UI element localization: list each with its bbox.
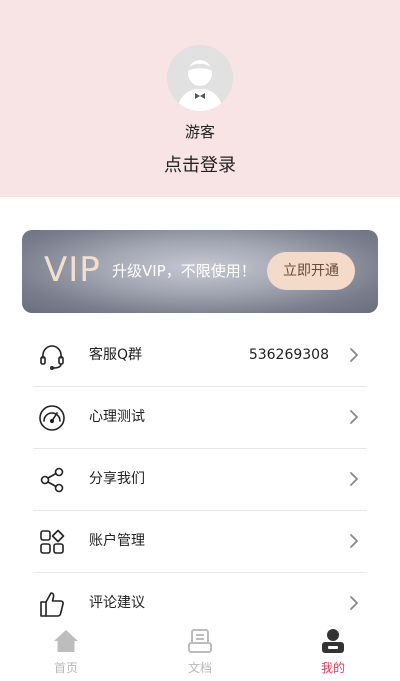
- username: 游客: [184, 123, 215, 141]
- vip-logo: VIP: [44, 250, 101, 290]
- profile-icon: [320, 628, 346, 654]
- tab-home[interactable]: 首页: [26, 626, 106, 676]
- settings-menu: 客服Q群 536269308 心理测试 分享我们 账户管理 评论建议: [33, 325, 367, 634]
- qq-group-number: 536269308: [248, 347, 329, 363]
- chevron-right-icon: [349, 471, 359, 487]
- gauge-icon: [38, 404, 66, 432]
- tab-mine[interactable]: 我的: [293, 626, 373, 676]
- profile-header: 游客 点击登录: [0, 0, 400, 197]
- home-icon: [53, 628, 79, 654]
- tab-label: 首页: [53, 661, 78, 675]
- menu-item-account[interactable]: 账户管理: [33, 511, 367, 573]
- thumbs-up-icon: [38, 590, 66, 618]
- login-link[interactable]: 点击登录: [0, 151, 400, 177]
- avatar-placeholder-icon: [167, 45, 233, 111]
- chevron-right-icon: [349, 347, 359, 363]
- grid-icon: [38, 528, 66, 556]
- avatar[interactable]: [167, 45, 233, 111]
- vip-banner[interactable]: VIP 升级VIP，不限使用！ 立即开通: [22, 230, 378, 313]
- menu-item-share[interactable]: 分享我们: [33, 449, 367, 511]
- menu-item-psych-test[interactable]: 心理测试: [33, 387, 367, 449]
- menu-label: 客服Q群: [89, 347, 143, 363]
- menu-label: 心理测试: [89, 409, 145, 425]
- tab-label: 文档: [187, 661, 212, 675]
- menu-label: 账户管理: [89, 533, 145, 549]
- chevron-right-icon: [349, 533, 359, 549]
- tab-documents[interactable]: 文档: [160, 626, 240, 676]
- chevron-right-icon: [349, 409, 359, 425]
- bottom-tab-bar: 首页 文档 我的: [0, 624, 400, 681]
- tab-label: 我的: [320, 661, 345, 675]
- vip-promo-text: 升级VIP，不限使用！: [112, 262, 256, 280]
- document-icon: [187, 628, 213, 654]
- chevron-right-icon: [349, 595, 359, 611]
- menu-label: 分享我们: [89, 471, 145, 487]
- share-icon: [38, 466, 66, 494]
- headset-icon: [38, 342, 66, 370]
- vip-activate-button[interactable]: 立即开通: [267, 252, 355, 290]
- menu-label: 评论建议: [89, 595, 145, 611]
- menu-item-customer-service[interactable]: 客服Q群 536269308: [33, 325, 367, 387]
